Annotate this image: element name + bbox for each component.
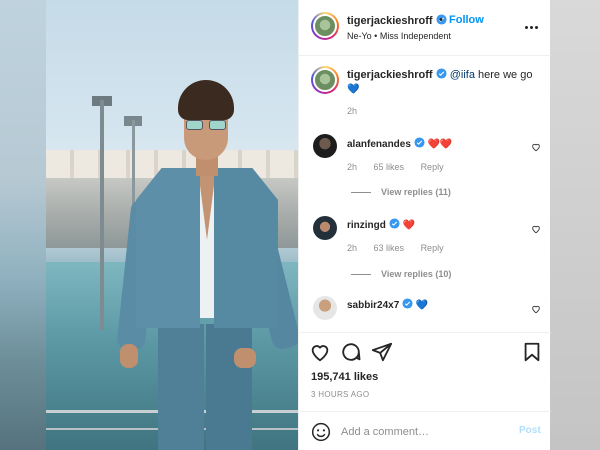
more-icon-dot [530, 25, 533, 29]
comment-text: ❤️ [402, 220, 415, 231]
comment-item: sabbir24x7 💙 [347, 298, 428, 311]
comment-likes[interactable]: 65 likes [374, 162, 405, 172]
share-icon[interactable] [371, 341, 393, 363]
person-legs [206, 324, 252, 450]
verified-icon [402, 298, 413, 309]
comment-likes[interactable]: 63 likes [374, 243, 405, 253]
comment-text: ❤️❤️ [427, 139, 453, 150]
comment-input[interactable] [341, 423, 501, 441]
comment-avatar[interactable] [313, 134, 337, 158]
more-icon [525, 25, 528, 29]
post-actions: 195,741 likes 3 HOURS AGO Post [299, 332, 551, 442]
author-username-text[interactable]: tigerjackieshroff [347, 15, 433, 27]
reply-button[interactable]: Reply [421, 243, 444, 253]
person-glasses [186, 120, 226, 130]
more-icon-dot [535, 25, 538, 29]
photo-person [106, 80, 298, 450]
verified-icon [389, 218, 400, 229]
heart-icon[interactable] [309, 341, 331, 363]
comment-meta: 2h 65 likes Reply [347, 162, 458, 172]
more-options-button[interactable] [525, 22, 541, 32]
follow-button[interactable]: Follow [449, 14, 484, 26]
caption-mention[interactable]: @iifa [450, 69, 475, 81]
person-jacket [214, 168, 278, 328]
comment-time: 2h [347, 243, 358, 253]
comment-avatar[interactable] [313, 296, 337, 320]
comment-username[interactable]: alanfenandes [347, 139, 411, 150]
like-comment-heart-icon[interactable] [531, 142, 541, 152]
photo-pole [100, 100, 104, 330]
caption-text: here we go [474, 69, 533, 81]
post-photo[interactable] [46, 0, 298, 450]
person-hand [120, 344, 138, 368]
person-legs [158, 324, 204, 450]
person-hand [234, 348, 256, 368]
person-hair [178, 80, 234, 120]
person-jacket [136, 168, 200, 328]
background-right [550, 0, 600, 450]
post-date[interactable]: 3 HOURS AGO [311, 390, 369, 399]
header-separator: • [439, 14, 443, 26]
author-avatar[interactable] [311, 12, 339, 40]
post-panel: tigerjackieshroff • Follow Ne-Yo • Miss … [298, 0, 551, 450]
background-left [0, 0, 46, 450]
caption-emoji: 💙 [347, 84, 360, 95]
comment-icon[interactable] [340, 341, 362, 363]
emoji-icon[interactable] [311, 422, 331, 442]
reply-line [351, 274, 371, 275]
author-username[interactable]: tigerjackieshroff [347, 14, 447, 27]
like-comment-heart-icon[interactable] [531, 304, 541, 314]
comment-text: 💙 [415, 300, 429, 311]
post-button[interactable]: Post [519, 425, 541, 436]
verified-icon [436, 68, 447, 79]
likes-count[interactable]: 195,741 likes [311, 371, 378, 383]
reply-line [351, 192, 371, 193]
caption-time: 2h [347, 106, 358, 116]
verified-icon [414, 137, 425, 148]
like-comment-heart-icon[interactable] [531, 224, 541, 234]
comment-username[interactable]: rinzingd [347, 220, 386, 231]
comment-item: alanfenandes ❤️❤️ [347, 137, 452, 150]
view-replies-button[interactable]: View replies (10) [381, 269, 451, 279]
view-replies-button[interactable]: View replies (11) [381, 187, 451, 197]
comment-avatar[interactable] [313, 216, 337, 240]
comment-username[interactable]: sabbir24x7 [347, 300, 399, 311]
comment-time: 2h [347, 162, 358, 172]
caption: tigerjackieshroff @iifa here we go 💙 [347, 68, 532, 95]
bookmark-icon[interactable] [521, 341, 543, 363]
comment-meta: 2h 63 likes Reply [347, 243, 458, 253]
caption-avatar[interactable] [311, 66, 339, 94]
post-header: tigerjackieshroff • Follow Ne-Yo • Miss … [299, 0, 551, 56]
caption-username[interactable]: tigerjackieshroff [347, 69, 433, 81]
reply-button[interactable]: Reply [421, 162, 444, 172]
audio-label[interactable]: Ne-Yo • Miss Independent [347, 31, 451, 41]
comment-item: rinzingd ❤️ [347, 218, 415, 231]
comment-bar: Post [299, 411, 551, 450]
